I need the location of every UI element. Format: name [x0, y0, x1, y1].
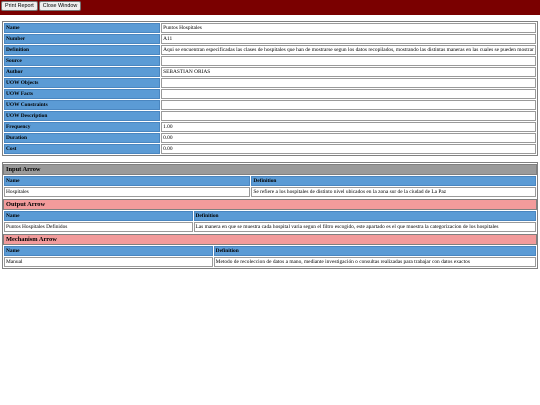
arrow-name-cell: Manual — [4, 257, 213, 267]
arrow-definition-cell: Se refiere a los hospitales de distinto … — [251, 187, 536, 197]
arrow-definition-cell: Metodo de recoleccion de datos a mano, m… — [213, 257, 536, 267]
report-body: Name Puntos Hospitales Number A11 Definiti… — [0, 21, 540, 269]
output-arrow-table: Name Definition Puntos Hospitales Definid… — [3, 210, 537, 233]
table-row: Hospitales Se refiere a los hospitales de… — [4, 187, 536, 197]
arrow-name-cell: Puntos Hospitales Definidos — [4, 222, 193, 232]
detail-label: UOW Facts — [4, 89, 161, 99]
details-row-cost: Cost 0.00 — [4, 144, 536, 154]
details-row-uow-description: UOW Description — [4, 111, 536, 121]
detail-value — [161, 111, 536, 121]
detail-value: SEBASTIAN ORIAS — [161, 67, 536, 77]
detail-label: UOW Description — [4, 111, 161, 121]
table-row: Puntos Hospitales Definidos Las manera en… — [4, 222, 536, 232]
detail-label: Author — [4, 67, 161, 77]
column-header-definition: Definition — [193, 211, 536, 221]
output-arrow-heading: Output Arrow — [3, 199, 537, 210]
column-header-name: Name — [4, 176, 251, 186]
column-header-definition: Definition — [251, 176, 536, 186]
details-row-name: Name Puntos Hospitales — [4, 23, 536, 33]
arrows-panel: Input Arrow Name Definition Hospitales Se … — [2, 162, 538, 269]
details-row-uow-facts: UOW Facts — [4, 89, 536, 99]
detail-value: 0.00 — [161, 133, 536, 143]
detail-value — [161, 56, 536, 66]
print-report-button[interactable]: Print Report — [1, 1, 38, 11]
toolbar: Print Report Close Window — [0, 0, 540, 15]
details-row-definition: Definition Aqui se encuentran especificad… — [4, 45, 536, 55]
detail-label: UOW Objects — [4, 78, 161, 88]
details-row-uow-objects: UOW Objects — [4, 78, 536, 88]
arrow-name-cell: Hospitales — [4, 187, 251, 197]
table-header-row: Name Definition — [4, 246, 536, 256]
detail-value: 0.00 — [161, 144, 536, 154]
column-header-definition: Definition — [213, 246, 536, 256]
detail-label: Name — [4, 23, 161, 33]
detail-label: UOW Constraints — [4, 100, 161, 110]
detail-label: Frequency — [4, 122, 161, 132]
detail-label: Duration — [4, 133, 161, 143]
details-panel: Name Puntos Hospitales Number A11 Definiti… — [2, 21, 538, 156]
details-row-uow-constraints: UOW Constraints — [4, 100, 536, 110]
detail-value — [161, 100, 536, 110]
detail-label: Source — [4, 56, 161, 66]
detail-value — [161, 78, 536, 88]
input-arrow-table: Name Definition Hospitales Se refiere a lo… — [3, 175, 537, 198]
detail-label: Number — [4, 34, 161, 44]
arrow-definition-cell: Las manera en que se muestra cada hospit… — [193, 222, 536, 232]
detail-label: Cost — [4, 144, 161, 154]
detail-value: Aqui se encuentran especificadas las cla… — [161, 45, 536, 55]
column-header-name: Name — [4, 246, 213, 256]
detail-value: A11 — [161, 34, 536, 44]
details-table: Name Puntos Hospitales Number A11 Definiti… — [3, 22, 537, 155]
close-window-button[interactable]: Close Window — [38, 1, 82, 11]
details-row-source: Source — [4, 56, 536, 66]
mechanism-arrow-table: Name Definition Manual Metodo de recolecci… — [3, 245, 537, 268]
details-row-number: Number A11 — [4, 34, 536, 44]
detail-value: 1.00 — [161, 122, 536, 132]
table-header-row: Name Definition — [4, 211, 536, 221]
input-arrow-heading: Input Arrow — [3, 164, 537, 175]
detail-value: Puntos Hospitales — [161, 23, 536, 33]
table-row: Manual Metodo de recoleccion de datos a m… — [4, 257, 536, 267]
details-row-frequency: Frequency 1.00 — [4, 122, 536, 132]
table-header-row: Name Definition — [4, 176, 536, 186]
details-row-duration: Duration 0.00 — [4, 133, 536, 143]
details-row-author: Author SEBASTIAN ORIAS — [4, 67, 536, 77]
detail-label: Definition — [4, 45, 161, 55]
detail-value — [161, 89, 536, 99]
mechanism-arrow-heading: Mechanism Arrow — [3, 234, 537, 245]
column-header-name: Name — [4, 211, 193, 221]
